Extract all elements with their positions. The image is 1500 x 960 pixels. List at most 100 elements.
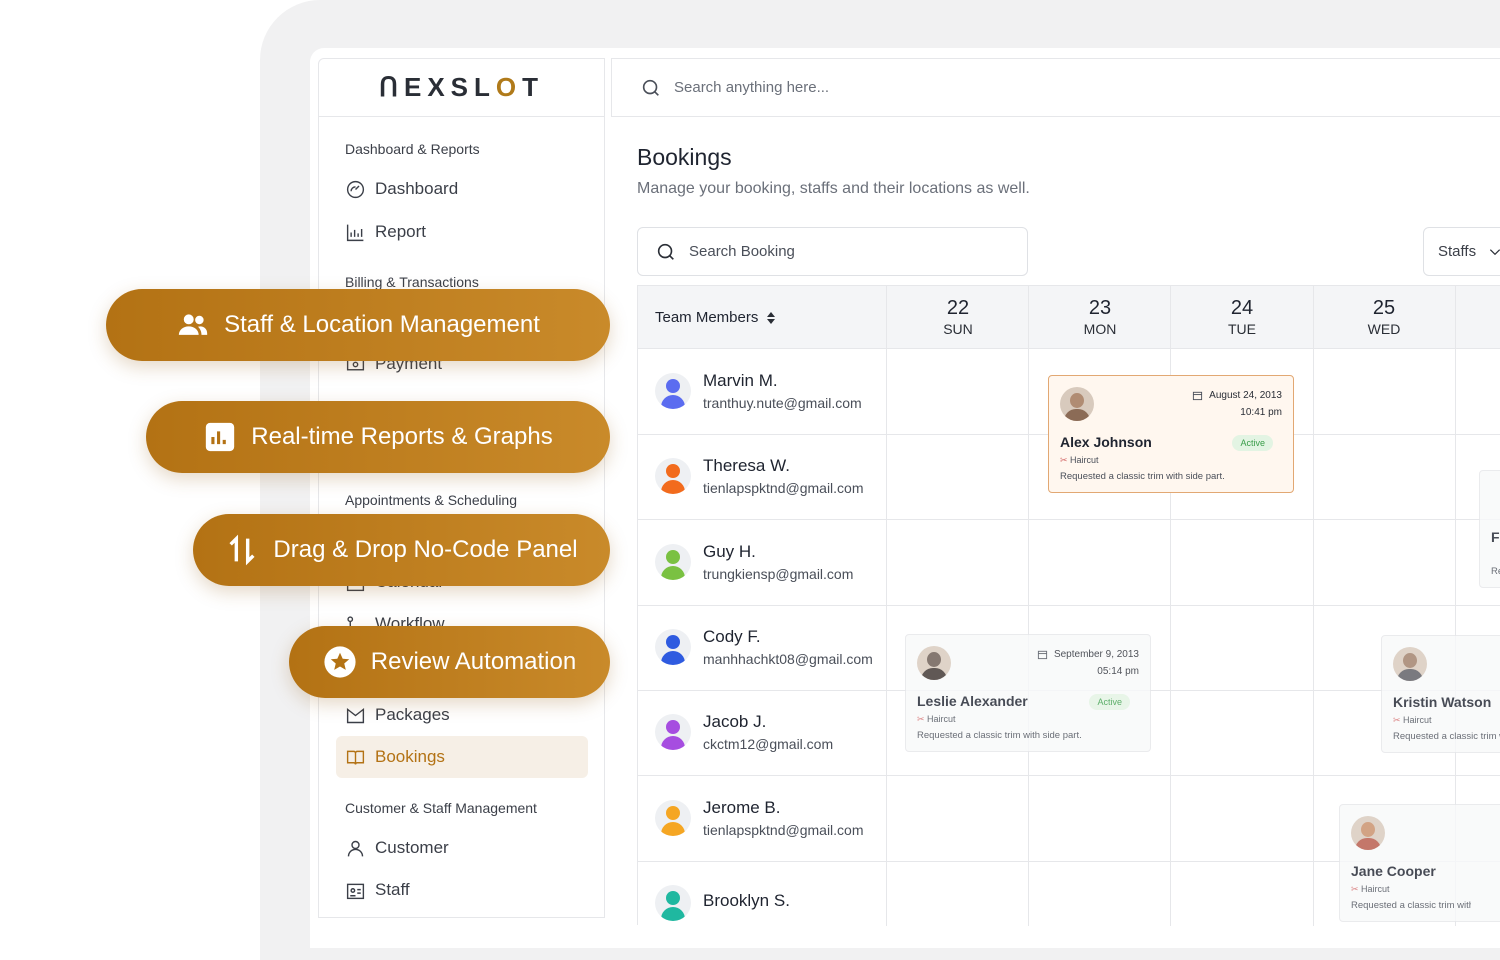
- page-title: Bookings: [637, 144, 732, 170]
- day-name: TUE: [1228, 321, 1256, 337]
- search-booking-input[interactable]: Search Booking: [637, 227, 1028, 276]
- sidebar-item-staff[interactable]: Staff: [345, 878, 410, 902]
- feature-label: Review Automation: [370, 648, 577, 675]
- sidebar-item-label: Packages: [375, 705, 450, 724]
- staff-card-icon: [346, 883, 365, 899]
- booking-service: ✂ Haircut: [1060, 455, 1099, 465]
- feature-pill-drag-drop: Drag & Drop No-Code Panel: [193, 514, 610, 586]
- sidebar-item-dashboard[interactable]: Dashboard: [345, 177, 458, 201]
- member-email: tienlapspktnd@gmail.com: [703, 480, 864, 496]
- member-email: tranthuy.nute@gmail.com: [703, 395, 862, 411]
- sidebar-item-packages[interactable]: Packages: [345, 703, 450, 727]
- staffs-filter-select[interactable]: Staffs: [1423, 227, 1500, 276]
- people-icon: [178, 314, 208, 335]
- chart-icon: [206, 422, 235, 452]
- team-member-row[interactable]: Theresa W. tienlapspktnd@gmail.com: [655, 451, 895, 501]
- sidebar-item-report[interactable]: Report: [345, 220, 426, 244]
- booking-note: Requested a classic trim w: [1393, 731, 1500, 742]
- star-badge-icon: [324, 646, 356, 678]
- search-booking-placeholder: Search Booking: [689, 243, 795, 260]
- team-members-header[interactable]: Team Members: [655, 309, 776, 326]
- avatar: [655, 800, 691, 836]
- booking-date: August 24, 2013: [1192, 390, 1282, 401]
- booking-customer-name: Fl: [1491, 529, 1500, 545]
- booking-card[interactable]: September 9, 2013 05:14 pm Leslie Alexan…: [905, 634, 1151, 752]
- global-search-input[interactable]: Search anything here...: [674, 79, 829, 96]
- booking-card[interactable]: August 24, 2013 10:41 pm Alex Johnson Ac…: [1048, 375, 1294, 493]
- customer-photo: [1060, 387, 1094, 421]
- gauge-icon: [346, 180, 365, 198]
- sidebar-item-label: Customer: [375, 838, 449, 857]
- team-member-row[interactable]: Brooklyn S.: [655, 878, 895, 928]
- scissors-icon: ✂: [1351, 884, 1362, 894]
- day-header-tue: 24 TUE: [1171, 286, 1313, 349]
- day-number: 25: [1372, 297, 1396, 319]
- sidebar-item-label: Dashboard: [375, 179, 459, 198]
- calendar-icon: [1037, 650, 1048, 660]
- team-member-row[interactable]: Cody F. manhhachkt08@gmail.com: [655, 622, 895, 672]
- day-header-mon: 23 MON: [1029, 286, 1171, 349]
- sidebar-item-label: Bookings: [375, 747, 445, 766]
- feature-pill-staff-location: Staff & Location Management: [106, 289, 610, 361]
- sidebar-item-label: Staff: [375, 880, 410, 899]
- row-divider: [638, 775, 1500, 776]
- booking-card[interactable]: Jane Cooper ✂ Haircut Requested a classi…: [1339, 804, 1500, 922]
- booking-card[interactable]: Fl Re: [1479, 470, 1500, 588]
- member-email: manhhachkt08@gmail.com: [703, 651, 873, 667]
- member-email: trungkiensp@gmail.com: [703, 566, 854, 582]
- feature-pill-review-automation: Review Automation: [289, 626, 610, 698]
- team-member-row[interactable]: Marvin M. tranthuy.nute@gmail.com: [655, 366, 895, 416]
- row-divider: [638, 605, 1500, 606]
- scissors-icon: ✂: [1060, 455, 1071, 465]
- member-name: Jacob J.: [703, 712, 767, 731]
- day-name: WED: [1367, 321, 1401, 337]
- section-dashboard-reports: Dashboard & Reports: [345, 141, 480, 157]
- team-member-row[interactable]: Jacob J. ckctm12@gmail.com: [655, 707, 895, 757]
- sort-icon: [767, 311, 776, 324]
- day-number: 22: [946, 297, 970, 319]
- page-subtitle: Manage your booking, staffs and their lo…: [637, 180, 1030, 197]
- feature-pill-reports: Real-time Reports & Graphs: [146, 401, 610, 473]
- booking-card[interactable]: Kristin Watson ✂ Haircut Requested a cla…: [1381, 635, 1500, 753]
- customer-photo: [1351, 816, 1385, 850]
- booking-service: ✂ Haircut: [1351, 884, 1390, 894]
- member-name: Marvin M.: [703, 371, 778, 390]
- scissors-icon: ✂: [917, 714, 928, 724]
- sidebar: ᑎEXSLOT Dashboard & Reports Dashboard Re…: [318, 58, 605, 918]
- section-customer-staff: Customer & Staff Management: [345, 800, 537, 816]
- booking-note: Requested a classic trim with side part.: [917, 730, 1082, 741]
- booking-customer-name: Jane Cooper: [1351, 863, 1436, 879]
- status-badge: Active: [1089, 694, 1130, 710]
- section-appointments: Appointments & Scheduling: [345, 492, 517, 508]
- sidebar-item-bookings[interactable]: Bookings: [345, 745, 445, 769]
- row-divider: [638, 519, 1500, 520]
- member-email: ckctm12@gmail.com: [703, 736, 834, 752]
- day-header-wed: 25 WED: [1313, 286, 1455, 349]
- booking-note: Requested a classic trim with side part.: [1060, 471, 1225, 482]
- booking-service: ✂ Haircut: [1393, 715, 1432, 725]
- bar-chart-icon: [346, 224, 364, 241]
- team-member-row[interactable]: Jerome B. tienlapspktnd@gmail.com: [655, 793, 895, 843]
- global-search-bar[interactable]: Search anything here...: [611, 58, 1500, 117]
- sort-arrows-icon: [229, 534, 255, 566]
- packages-icon: [346, 707, 365, 723]
- avatar: [655, 458, 691, 494]
- staffs-filter-label: Staffs: [1438, 243, 1477, 260]
- sidebar-item-customer[interactable]: Customer: [345, 836, 449, 860]
- logo-text: ᑎEXSLOT: [378, 72, 545, 102]
- member-name: Brooklyn S.: [703, 891, 790, 910]
- booking-customer-name: Alex Johnson: [1060, 434, 1152, 450]
- avatar: [655, 544, 691, 580]
- feature-label: Staff & Location Management: [224, 311, 540, 338]
- booking-time: 10:41 pm: [1240, 407, 1282, 418]
- feature-label: Real-time Reports & Graphs: [251, 423, 553, 450]
- chevron-down-icon: [1490, 248, 1500, 255]
- booking-note: Requested a classic trim with: [1351, 900, 1471, 911]
- member-email: tienlapspktnd@gmail.com: [703, 822, 864, 838]
- team-member-row[interactable]: Guy H. trungkiensp@gmail.com: [655, 537, 895, 587]
- booking-date: September 9, 2013: [1037, 649, 1139, 660]
- user-icon: [347, 840, 364, 856]
- day-number: 24: [1230, 297, 1254, 319]
- booking-note: Re: [1491, 566, 1500, 577]
- booking-service: ✂ Haircut: [917, 714, 956, 724]
